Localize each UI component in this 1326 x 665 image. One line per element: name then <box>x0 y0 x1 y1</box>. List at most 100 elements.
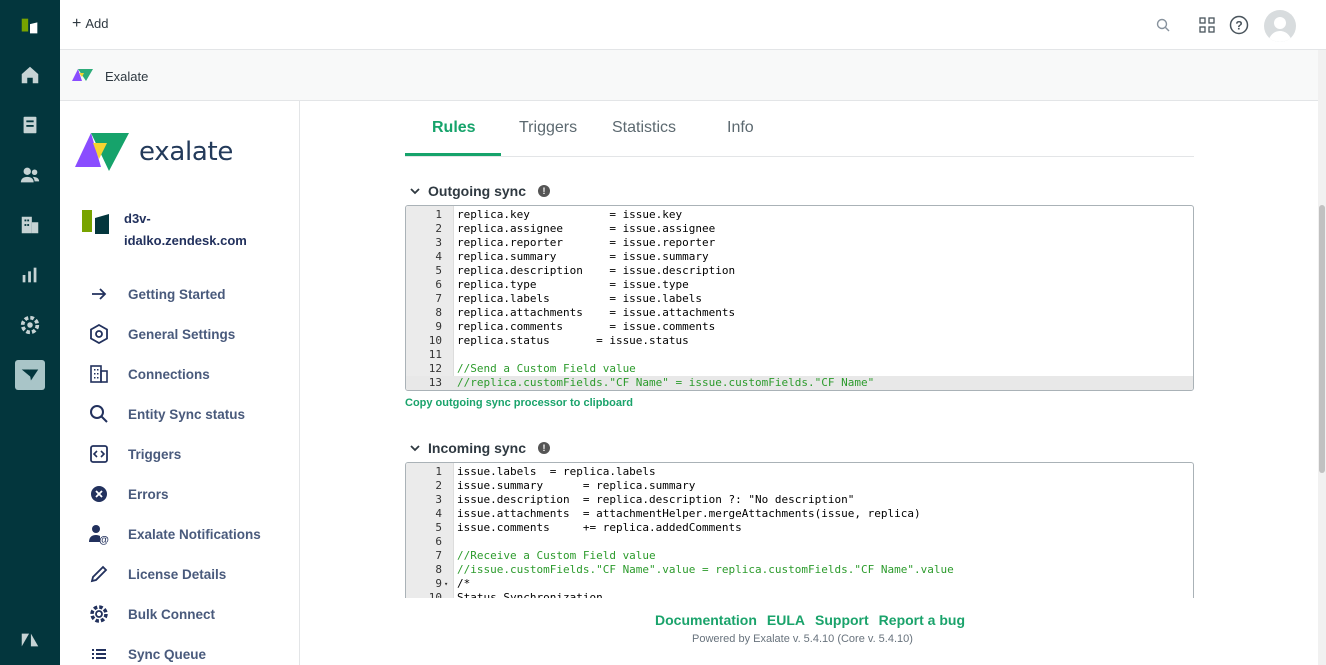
nav-label: Connections <box>128 366 210 382</box>
nav-general-settings[interactable]: General Settings <box>88 322 235 346</box>
line-number: 4 <box>435 507 442 520</box>
code-line[interactable]: 5 issue.comments += replica.addedComments <box>406 521 1193 535</box>
fold-caret-icon[interactable]: ▾ <box>444 577 448 591</box>
line-number: 10 <box>428 334 442 347</box>
code-line[interactable]: 10 replica.status = issue.status <box>406 334 1193 348</box>
brand-name: exalate <box>139 137 234 167</box>
add-button[interactable]: + Add <box>72 15 108 31</box>
line-number: 12 <box>428 362 442 375</box>
code-text: replica.labels = issue.labels <box>457 292 703 305</box>
outgoing-sync-header[interactable]: Outgoing sync ! <box>410 183 550 199</box>
eula-link[interactable]: EULA <box>767 612 805 628</box>
code-line[interactable]: 3 replica.reporter = issue.reporter <box>406 236 1193 250</box>
code-line[interactable]: 1 issue.labels = replica.labels <box>406 465 1193 479</box>
code-line[interactable]: 6 <box>406 535 1193 549</box>
code-text: replica.summary = issue.summary <box>457 250 709 263</box>
product-rail <box>0 0 60 665</box>
admin-gear-icon[interactable] <box>15 310 45 340</box>
exalate-brand-icon <box>75 133 129 171</box>
code-line[interactable]: 13 //replica.customFields."CF Name" = iss… <box>406 376 1193 390</box>
code-line[interactable]: 3 issue.description = replica.description… <box>406 493 1193 507</box>
support-link[interactable]: Support <box>815 612 869 628</box>
nav-getting-started[interactable]: Getting Started <box>88 282 226 306</box>
line-number: 7 <box>435 292 442 305</box>
nav-label: Getting Started <box>128 286 226 302</box>
nav-exalate-notifications[interactable]: @ Exalate Notifications <box>88 522 261 546</box>
nav-triggers[interactable]: Triggers <box>88 442 181 466</box>
apps-grid-icon[interactable] <box>1195 13 1219 37</box>
code-line[interactable]: 9 replica.comments = issue.comments <box>406 320 1193 334</box>
code-line[interactable]: 8 //issue.customFields."CF Name".value = … <box>406 563 1193 577</box>
code-line[interactable]: 10 Status Synchronization <box>406 591 1193 598</box>
exalate-app-icon[interactable] <box>15 360 45 390</box>
code-line[interactable]: 1 replica.key = issue.key <box>406 208 1193 222</box>
code-line[interactable]: 7 replica.labels = issue.labels <box>406 292 1193 306</box>
nav-label: Entity Sync status <box>128 406 246 422</box>
customers-icon[interactable] <box>15 160 45 190</box>
zendesk-products-icon[interactable] <box>15 625 45 655</box>
line-number: 6 <box>435 535 442 548</box>
svg-text:?: ? <box>1235 19 1242 33</box>
nav-connections[interactable]: Connections <box>88 362 210 386</box>
documentation-link[interactable]: Documentation <box>655 612 757 628</box>
code-text: replica.comments = issue.comments <box>457 320 716 333</box>
nav-sync-queue[interactable]: Sync Queue <box>88 642 206 665</box>
code-line[interactable]: 5 replica.description = issue.description <box>406 264 1193 278</box>
code-line[interactable]: 2 issue.summary = replica.summary <box>406 479 1193 493</box>
home-icon[interactable] <box>15 60 45 90</box>
nav-label: Exalate Notifications <box>128 526 261 542</box>
line-number: 13 <box>428 376 442 389</box>
code-line[interactable]: 9 ▾ /* <box>406 577 1193 591</box>
code-line[interactable]: 4 issue.attachments = attachmentHelper.me… <box>406 507 1193 521</box>
line-number: 10 <box>428 591 442 598</box>
code-line[interactable]: 12 //Send a Custom Field value <box>406 362 1193 376</box>
code-line[interactable]: 11 <box>406 348 1193 362</box>
code-line[interactable]: 4 replica.summary = issue.summary <box>406 250 1193 264</box>
code-line[interactable]: 2 replica.assignee = issue.assignee <box>406 222 1193 236</box>
nav-entity-sync-status[interactable]: Entity Sync status <box>88 402 245 426</box>
code-text: replica.key = issue.key <box>457 208 683 221</box>
tab-statistics[interactable]: Statistics <box>612 119 676 137</box>
nav-label: Errors <box>128 486 169 502</box>
app-header: Exalate <box>60 50 1318 101</box>
code-text: issue.comments += replica.addedComments <box>457 521 742 534</box>
incoming-sync-header[interactable]: Incoming sync ! <box>410 440 551 456</box>
outgoing-sync-editor[interactable]: 1 replica.key = issue.key 2 replica.assigne… <box>405 205 1194 391</box>
outgoing-sync-title: Outgoing sync <box>428 183 526 199</box>
scrollbar-thumb[interactable] <box>1319 205 1325 473</box>
app-title: Exalate <box>105 69 149 84</box>
code-line[interactable]: 7 //Receive a Custom Field value <box>406 549 1193 563</box>
line-number: 3 <box>435 493 442 506</box>
report-bug-link[interactable]: Report a bug <box>879 612 965 628</box>
line-number: 2 <box>435 222 442 235</box>
zendesk-logo-icon[interactable] <box>15 11 45 41</box>
views-icon[interactable] <box>15 110 45 140</box>
search-icon[interactable] <box>1151 13 1175 37</box>
gear-icon <box>88 603 110 625</box>
tab-info[interactable]: Info <box>727 119 754 137</box>
hexagon-settings-icon <box>88 323 110 345</box>
copy-outgoing-link[interactable]: Copy outgoing sync processor to clipboar… <box>405 397 633 409</box>
avatar[interactable] <box>1264 10 1296 42</box>
instance: d3v-idalko.zendesk.com <box>82 208 264 252</box>
organizations-icon[interactable] <box>15 210 45 240</box>
line-number: 7 <box>435 549 442 562</box>
line-number: 9 <box>435 577 442 590</box>
help-icon[interactable]: ? <box>1227 13 1251 37</box>
exalate-sidebar: exalate d3v-idalko.zendesk.com Getting S… <box>60 101 300 665</box>
chevron-down-icon <box>410 445 420 452</box>
code-text: replica.status = issue.status <box>457 334 689 347</box>
tab-triggers[interactable]: Triggers <box>519 119 577 137</box>
code-line[interactable]: 6 replica.type = issue.type <box>406 278 1193 292</box>
info-icon[interactable]: ! <box>538 185 550 197</box>
nav-license-details[interactable]: License Details <box>88 562 226 586</box>
line-number: 6 <box>435 278 442 291</box>
user-at-icon: @ <box>88 523 110 545</box>
incoming-sync-editor[interactable]: 1 issue.labels = replica.labels 2 issue.sum… <box>405 462 1194 598</box>
reporting-icon[interactable] <box>15 260 45 290</box>
code-line[interactable]: 8 replica.attachments = issue.attachments <box>406 306 1193 320</box>
nav-bulk-connect[interactable]: Bulk Connect <box>88 602 215 626</box>
nav-errors[interactable]: Errors <box>88 482 169 506</box>
info-icon[interactable]: ! <box>538 442 551 454</box>
tab-rules[interactable]: Rules <box>432 119 476 137</box>
